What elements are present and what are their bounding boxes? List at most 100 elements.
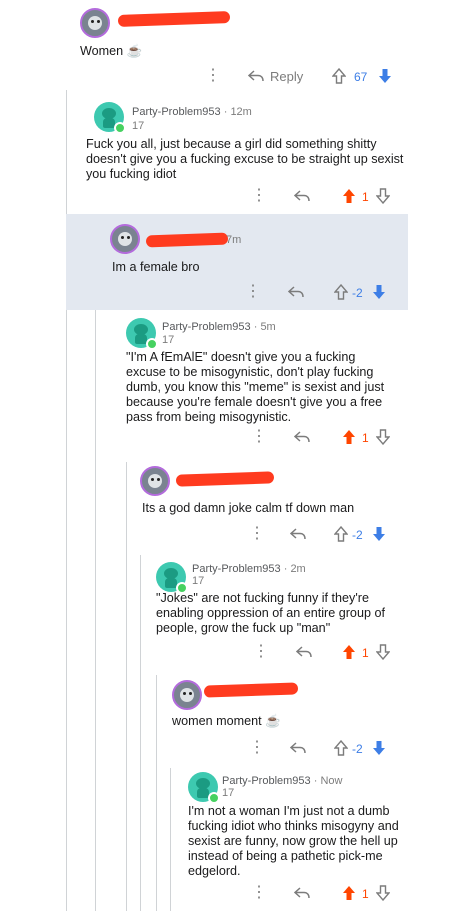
downvote-arrow-icon — [376, 644, 390, 660]
upvote-arrow-icon — [343, 189, 355, 203]
reply-arrow-icon — [294, 190, 310, 202]
upvote-arrow-icon — [334, 284, 348, 300]
downvote-button[interactable] — [376, 885, 390, 901]
reply-button[interactable] — [290, 741, 306, 755]
comment-time: Now — [320, 775, 343, 787]
vote-count: -2 — [352, 286, 363, 300]
downvote-button[interactable] — [376, 429, 390, 445]
reply-arrow-icon — [290, 528, 306, 540]
comment-body: "I'm A fEmAlE" doesn't give you a fuckin… — [126, 350, 385, 424]
redacted-username — [203, 682, 299, 698]
reply-button[interactable]: Reply — [248, 66, 303, 86]
upvote-arrow-icon — [343, 430, 355, 444]
more-options-icon[interactable]: ⋮ — [253, 644, 269, 660]
vote-count: 1 — [362, 431, 369, 445]
upvote-button[interactable] — [332, 68, 346, 84]
more-options-icon[interactable]: ⋮ — [249, 526, 265, 542]
downvote-button[interactable] — [376, 644, 390, 660]
comment-time: 7m — [226, 234, 242, 246]
reply-button[interactable] — [294, 189, 310, 203]
upvote-arrow-icon — [343, 645, 355, 659]
comment-body: women moment ☕ — [172, 714, 281, 728]
vote-count: -2 — [352, 742, 363, 756]
downvote-button[interactable] — [372, 284, 386, 300]
reply-arrow-icon — [290, 742, 306, 754]
author-name[interactable]: Party-Problem953 — [192, 563, 281, 575]
reply-button[interactable] — [290, 527, 306, 541]
author-karma: 17 — [162, 334, 175, 346]
comment-body: Its a god damn joke calm tf down man — [142, 501, 355, 515]
comment-author-line: Party-Problem953 · 12m — [132, 106, 252, 118]
author-name[interactable]: Party-Problem953 — [162, 321, 251, 333]
comment: women moment ☕ ⋮ -2 — [156, 674, 474, 768]
online-indicator — [114, 122, 126, 134]
comment-author-line: Party-Problem953 · 5m — [162, 321, 276, 333]
upvote-button[interactable] — [334, 284, 348, 300]
redacted-username — [117, 11, 231, 27]
upvote-button[interactable] — [342, 188, 356, 204]
mascot-avatar-icon[interactable] — [172, 680, 202, 710]
upvote-button[interactable] — [334, 526, 348, 542]
downvote-button[interactable] — [372, 740, 386, 756]
reply-button[interactable] — [294, 430, 310, 444]
upvote-arrow-icon — [334, 526, 348, 542]
reply-arrow-icon — [294, 887, 310, 899]
comment-author-line: Party-Problem953 · 2m — [192, 563, 306, 575]
downvote-arrow-icon — [376, 188, 390, 204]
more-options-icon[interactable]: ⋮ — [249, 740, 265, 756]
comment-body: Im a female bro — [112, 260, 200, 274]
comment: Its a god damn joke calm tf down man ⋮ -… — [126, 460, 474, 554]
reply-button[interactable] — [288, 285, 304, 299]
vote-count: 67 — [354, 70, 368, 84]
vote-count: 1 — [362, 887, 369, 901]
reply-button[interactable] — [294, 886, 310, 900]
mascot-avatar-icon[interactable] — [80, 8, 110, 38]
upvote-button[interactable] — [342, 429, 356, 445]
comment-body: Women ☕ — [80, 44, 143, 58]
more-options-icon[interactable]: ⋮ — [245, 284, 261, 300]
redacted-username — [145, 232, 229, 248]
reply-arrow-icon — [294, 431, 310, 443]
more-options-icon[interactable]: ⋮ — [251, 885, 267, 901]
downvote-button[interactable] — [372, 526, 386, 542]
vote-count: 1 — [362, 646, 369, 660]
author-name[interactable]: Party-Problem953 — [132, 106, 221, 118]
downvote-arrow-icon — [373, 285, 385, 299]
mascot-avatar-icon[interactable] — [140, 466, 170, 496]
upvote-button[interactable] — [342, 644, 356, 660]
more-options-icon[interactable]: ⋮ — [205, 68, 221, 84]
downvote-arrow-icon — [373, 527, 385, 541]
comment-body: Fuck you all, just because a girl did so… — [86, 137, 404, 181]
comment: Party-Problem953 · 12m 17 Fuck you all, … — [66, 92, 474, 214]
mascot-avatar-icon[interactable] — [110, 224, 140, 254]
comment-highlighted: 7m Im a female bro ⋮ -2 — [66, 214, 408, 310]
upvote-arrow-icon — [332, 68, 346, 84]
reply-button[interactable] — [296, 645, 312, 659]
comment: Women ☕ ⋮ Reply 67 — [66, 0, 474, 92]
more-options-icon[interactable]: ⋮ — [251, 429, 267, 445]
upvote-button[interactable] — [342, 885, 356, 901]
upvote-button[interactable] — [334, 740, 348, 756]
reply-arrow-icon — [288, 286, 304, 298]
downvote-arrow-icon — [373, 741, 385, 755]
comment: Party-Problem953 · 2m 17 "Jokes" are not… — [140, 554, 474, 674]
comment: Party-Problem953 · Now 17 I'm not a woma… — [170, 768, 474, 911]
comment: Party-Problem953 · 5m 17 "I'm A fEmAlE" … — [96, 310, 474, 460]
comment-body: I'm not a woman I'm just not a dumb fuck… — [188, 804, 399, 878]
downvote-arrow-icon — [379, 69, 391, 83]
comment-time: 5m — [260, 321, 276, 333]
comment-body: "Jokes" are not fucking funny if they're… — [156, 591, 385, 635]
more-options-icon[interactable]: ⋮ — [251, 188, 267, 204]
upvote-arrow-icon — [343, 886, 355, 900]
downvote-arrow-icon — [376, 429, 390, 445]
author-karma: 17 — [132, 120, 145, 132]
upvote-arrow-icon — [334, 740, 348, 756]
reply-arrow-icon — [296, 646, 312, 658]
downvote-button[interactable] — [378, 68, 392, 84]
comment-time: 2m — [290, 563, 306, 575]
comment-time: 12m — [230, 106, 252, 118]
downvote-button[interactable] — [376, 188, 390, 204]
author-name[interactable]: Party-Problem953 — [222, 775, 311, 787]
online-indicator — [208, 792, 220, 804]
reply-label: Reply — [270, 68, 304, 84]
